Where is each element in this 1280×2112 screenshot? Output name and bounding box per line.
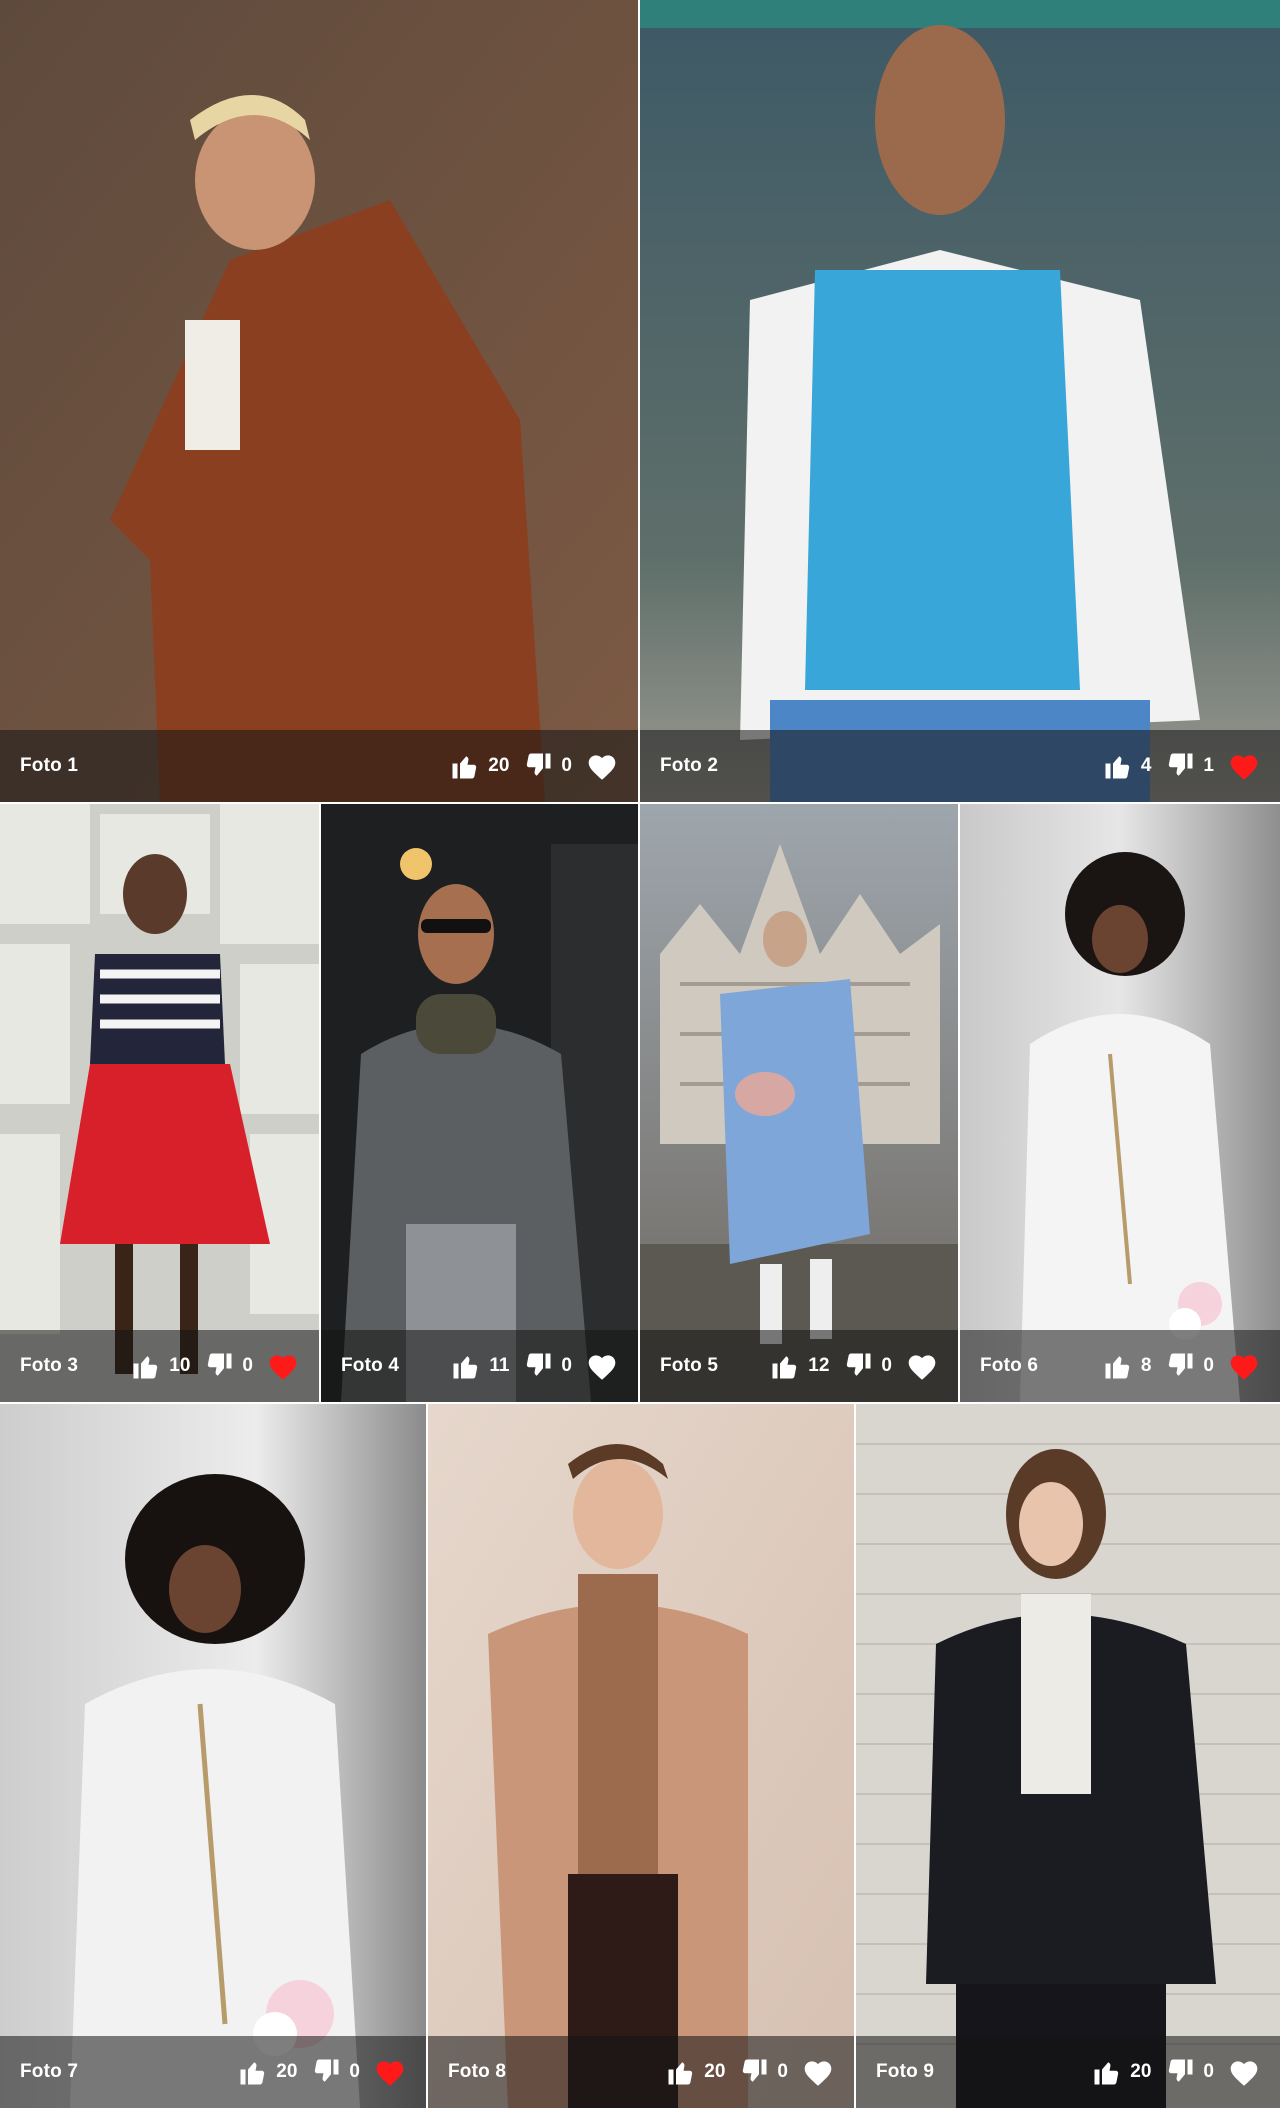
photo-label: Foto 9 — [876, 2061, 935, 2082]
like-button[interactable]: 20 — [666, 2057, 725, 2087]
dislike-count: 0 — [881, 1355, 892, 1376]
photo-info-bar: Foto 8 20 0 — [428, 2036, 854, 2108]
like-count: 20 — [704, 2061, 726, 2082]
thumbs-up-icon — [240, 2062, 265, 2085]
photo-card-7[interactable]: Foto 7 20 0 — [0, 1404, 426, 2108]
like-button[interactable]: 20 — [450, 751, 509, 781]
thumbs-up-icon — [668, 2062, 693, 2085]
thumbs-down-icon — [208, 1353, 232, 1376]
dislike-count: 0 — [242, 1355, 253, 1376]
dislike-button[interactable]: 1 — [1165, 751, 1214, 781]
like-count: 4 — [1140, 755, 1152, 776]
dislike-count: 0 — [1203, 1355, 1214, 1376]
thumbs-up-icon — [453, 1356, 478, 1379]
thumbs-down-icon — [315, 2059, 339, 2082]
photo-card-6[interactable]: Foto 6 8 0 — [960, 804, 1280, 1402]
like-count: 8 — [1140, 1355, 1152, 1376]
heart-icon[interactable] — [1228, 1351, 1260, 1381]
thumbs-up-icon — [1105, 1356, 1130, 1379]
thumbs-down-icon — [847, 1353, 871, 1376]
photo-label: Foto 4 — [341, 1355, 400, 1376]
dislike-button[interactable]: 0 — [523, 1351, 572, 1381]
photo-card-9[interactable]: Foto 9 20 0 — [856, 1404, 1280, 2108]
heart-icon[interactable] — [374, 2057, 406, 2087]
photo-label: Foto 5 — [660, 1355, 719, 1376]
thumbs-down-icon — [1169, 2059, 1193, 2082]
dislike-button[interactable]: 0 — [523, 751, 572, 781]
photo-image — [640, 0, 1280, 802]
like-button[interactable]: 4 — [1103, 751, 1152, 781]
thumbs-up-icon — [133, 1356, 158, 1379]
heart-icon[interactable] — [802, 2057, 834, 2087]
heart-icon[interactable] — [906, 1351, 938, 1381]
like-button[interactable]: 8 — [1103, 1351, 1152, 1381]
photo-label: Foto 6 — [980, 1355, 1039, 1376]
dislike-button[interactable]: 0 — [1165, 1351, 1214, 1381]
thumbs-down-icon — [1169, 753, 1193, 776]
photo-card-3[interactable]: Foto 3 10 0 — [0, 804, 319, 1402]
dislike-count: 0 — [561, 1355, 572, 1376]
dislike-count: 0 — [349, 2061, 360, 2082]
like-count: 12 — [808, 1355, 830, 1376]
like-count: 11 — [489, 1355, 510, 1376]
photo-info-bar: Foto 6 8 0 — [960, 1330, 1280, 1402]
like-count: 20 — [1130, 2061, 1152, 2082]
like-button[interactable]: 11 — [451, 1351, 509, 1381]
photo-image — [321, 804, 638, 1402]
dislike-button[interactable]: 0 — [1165, 2057, 1214, 2087]
dislike-count: 0 — [777, 2061, 788, 2082]
photo-info-bar: Foto 5 12 0 — [640, 1330, 958, 1402]
photo-info-bar: Foto 3 10 0 — [0, 1330, 319, 1402]
photo-card-1[interactable]: Foto 1 20 0 — [0, 0, 638, 802]
thumbs-up-icon — [1105, 756, 1130, 779]
thumbs-up-icon — [772, 1356, 797, 1379]
dislike-button[interactable]: 0 — [739, 2057, 788, 2087]
like-button[interactable]: 20 — [238, 2057, 297, 2087]
heart-icon[interactable] — [586, 751, 618, 781]
photo-info-bar: Foto 1 20 0 — [0, 730, 638, 802]
photo-image — [0, 0, 638, 802]
like-count: 20 — [276, 2061, 298, 2082]
photo-image — [0, 1404, 426, 2108]
photo-info-bar: Foto 2 4 1 — [640, 730, 1280, 802]
thumbs-down-icon — [1169, 1353, 1193, 1376]
thumbs-up-icon — [452, 756, 477, 779]
photo-card-5[interactable]: Foto 5 12 0 — [640, 804, 958, 1402]
photo-card-8[interactable]: Foto 8 20 0 — [428, 1404, 854, 2108]
like-button[interactable]: 12 — [770, 1351, 829, 1381]
dislike-button[interactable]: 0 — [204, 1351, 253, 1381]
photo-label: Foto 8 — [448, 2061, 507, 2082]
heart-icon[interactable] — [1228, 2057, 1260, 2087]
like-button[interactable]: 20 — [1092, 2057, 1151, 2087]
like-count: 10 — [169, 1355, 191, 1376]
dislike-count: 0 — [561, 755, 572, 776]
thumbs-down-icon — [527, 1353, 551, 1376]
photo-image — [960, 804, 1280, 1402]
heart-icon[interactable] — [1228, 751, 1260, 781]
thumbs-down-icon — [527, 753, 551, 776]
dislike-count: 0 — [1203, 2061, 1214, 2082]
like-count: 20 — [488, 755, 510, 776]
photo-label: Foto 2 — [660, 755, 719, 776]
photo-image — [0, 804, 319, 1402]
photo-card-4[interactable]: Foto 4 11 0 — [321, 804, 638, 1402]
photo-image — [428, 1404, 854, 2108]
photo-label: Foto 1 — [20, 755, 79, 776]
dislike-button[interactable]: 0 — [311, 2057, 360, 2087]
photo-image — [856, 1404, 1280, 2108]
like-button[interactable]: 10 — [131, 1351, 190, 1381]
photo-info-bar: Foto 9 20 0 — [856, 2036, 1280, 2108]
photo-info-bar: Foto 4 11 0 — [321, 1330, 638, 1402]
dislike-count: 1 — [1203, 755, 1214, 776]
photo-card-2[interactable]: Foto 2 4 1 — [640, 0, 1280, 802]
photo-image — [640, 804, 958, 1402]
heart-icon[interactable] — [267, 1351, 299, 1381]
heart-icon[interactable] — [586, 1351, 618, 1381]
photo-label: Foto 7 — [20, 2061, 79, 2082]
photo-info-bar: Foto 7 20 0 — [0, 2036, 426, 2108]
thumbs-down-icon — [743, 2059, 767, 2082]
thumbs-up-icon — [1094, 2062, 1119, 2085]
dislike-button[interactable]: 0 — [843, 1351, 892, 1381]
photo-label: Foto 3 — [20, 1355, 79, 1376]
